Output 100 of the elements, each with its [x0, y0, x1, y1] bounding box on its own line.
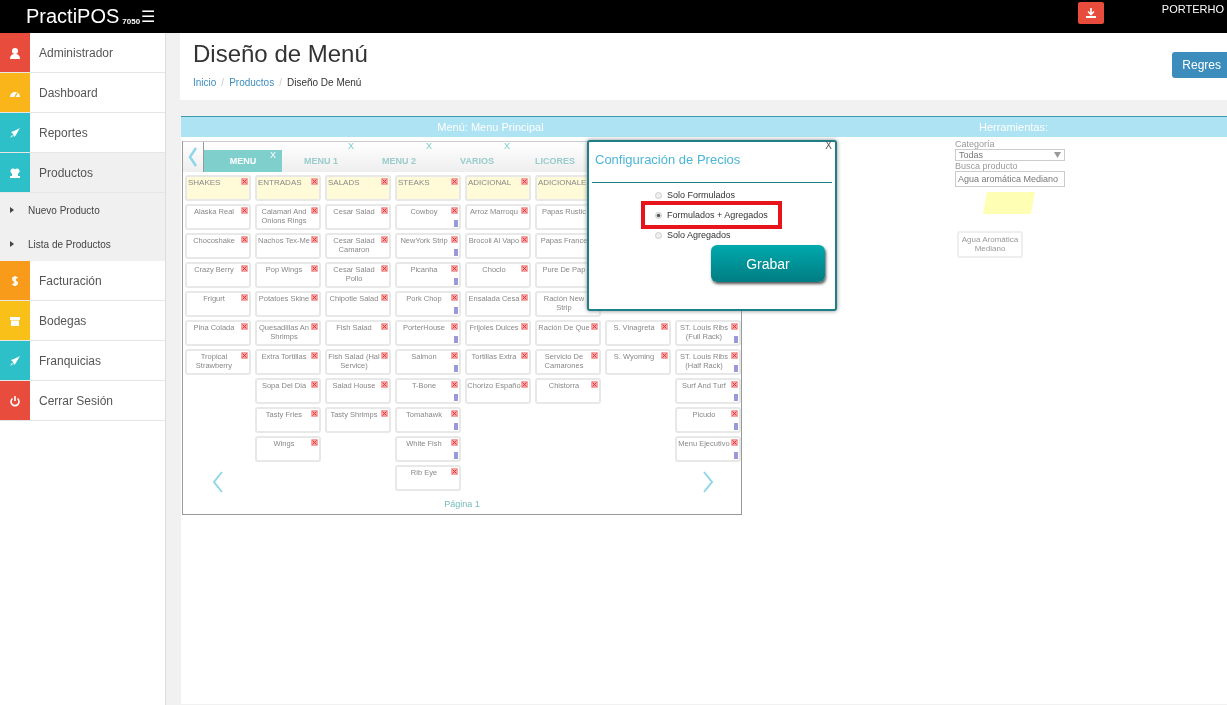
back-button[interactable]: Regres [1172, 52, 1227, 78]
product-tile[interactable]: Agua Aromática Mediano [957, 231, 1023, 258]
category-select[interactable]: Todas [955, 149, 1065, 161]
breadcrumb-link[interactable]: Productos [229, 77, 275, 88]
delete-icon[interactable] [241, 207, 248, 214]
search-field[interactable]: Agua aromática Mediano [955, 171, 1065, 187]
delete-icon[interactable] [381, 352, 388, 359]
delete-icon[interactable] [451, 207, 458, 214]
delete-icon[interactable] [731, 381, 738, 388]
delete-icon[interactable] [311, 410, 318, 417]
delete-icon[interactable] [241, 265, 248, 272]
radio-option[interactable]: Solo Formulados [649, 189, 742, 201]
delete-icon[interactable] [591, 323, 598, 330]
rocket-icon [9, 126, 21, 139]
dialog-title: Configuración de Precios [595, 152, 742, 167]
delete-icon[interactable] [451, 381, 458, 388]
sidebar-item[interactable]: Cerrar Sesión [0, 381, 165, 421]
delete-icon[interactable] [731, 439, 738, 446]
delete-icon[interactable] [311, 294, 318, 301]
sidebar-item[interactable]: Reportes [0, 113, 165, 153]
delete-icon[interactable] [381, 323, 388, 330]
delete-icon[interactable] [451, 178, 458, 185]
delete-icon[interactable] [311, 439, 318, 446]
delete-icon[interactable] [661, 323, 668, 330]
breadcrumb-link[interactable]: Inicio [193, 77, 217, 88]
delete-icon[interactable] [731, 323, 738, 330]
delete-icon[interactable] [311, 207, 318, 214]
category-cell[interactable]: ENTRADAS [255, 175, 321, 201]
delete-icon[interactable] [241, 294, 248, 301]
download-icon [1086, 8, 1096, 18]
download-button[interactable] [1078, 2, 1104, 24]
delete-icon[interactable] [451, 468, 458, 475]
delete-icon[interactable] [381, 381, 388, 388]
radio-icon[interactable] [655, 211, 662, 219]
delete-icon[interactable] [521, 294, 528, 301]
delete-icon[interactable] [591, 352, 598, 359]
delete-icon[interactable] [451, 323, 458, 330]
delete-icon[interactable] [381, 236, 388, 243]
sidebar-item[interactable]: Facturación [0, 261, 165, 301]
delete-icon[interactable] [731, 410, 738, 417]
delete-icon[interactable] [311, 352, 318, 359]
delete-icon[interactable] [311, 178, 318, 185]
sidebar-item[interactable]: Bodegas [0, 301, 165, 341]
category-cell[interactable]: STEAKS [395, 175, 461, 201]
delete-icon[interactable] [311, 381, 318, 388]
radio-option[interactable]: Formulados + Agregados [645, 205, 778, 225]
user-name[interactable]: PORTERHO [1161, 3, 1224, 15]
page-label: Página 1 [443, 498, 481, 511]
delete-icon[interactable] [521, 178, 528, 185]
submenu-item[interactable]: Nuevo Producto [0, 193, 165, 227]
delete-icon[interactable] [381, 178, 388, 185]
delete-icon[interactable] [451, 236, 458, 243]
category-cell[interactable]: SHAKES [185, 175, 251, 201]
delete-icon[interactable] [311, 265, 318, 272]
delete-icon[interactable] [451, 439, 458, 446]
delete-icon[interactable] [521, 236, 528, 243]
delete-icon[interactable] [521, 381, 528, 388]
delete-icon[interactable] [311, 236, 318, 243]
sidebar-label: Bodegas [39, 313, 87, 328]
delete-icon[interactable] [731, 352, 738, 359]
sidebar-label: Administrador [39, 45, 114, 60]
delete-icon[interactable] [381, 265, 388, 272]
menu-icon[interactable]: ☰ [141, 7, 156, 26]
delete-icon[interactable] [521, 323, 528, 330]
delete-icon[interactable] [451, 294, 458, 301]
delete-icon[interactable] [451, 265, 458, 272]
delete-icon[interactable] [451, 410, 458, 417]
dropdown-arrow-icon [1054, 152, 1061, 158]
delete-icon[interactable] [381, 410, 388, 417]
delete-icon[interactable] [241, 323, 248, 330]
delete-icon[interactable] [661, 352, 668, 359]
breadcrumb-separator: / [279, 77, 282, 88]
brand-name: PractiPOS [26, 5, 120, 28]
delete-icon[interactable] [241, 236, 248, 243]
radio-icon[interactable] [655, 191, 662, 199]
breadcrumb-separator: / [221, 77, 225, 88]
delete-icon[interactable] [521, 265, 528, 272]
sidebar-item[interactable]: Franquicias [0, 341, 165, 381]
sidebar-item[interactable]: Productos [0, 153, 165, 193]
delete-icon[interactable] [521, 352, 528, 359]
delete-icon[interactable] [241, 352, 248, 359]
delete-icon[interactable] [451, 352, 458, 359]
delete-icon[interactable] [591, 381, 598, 388]
delete-icon[interactable] [521, 207, 528, 214]
sidebar-item[interactable]: Dashboard [0, 73, 165, 113]
delete-icon[interactable] [241, 178, 248, 185]
sidebar-item[interactable]: Administrador [0, 33, 165, 73]
version-label: 7050 [122, 17, 141, 26]
category-cell[interactable]: SALADS [325, 175, 391, 201]
category-cell[interactable]: ADICIONAL [465, 175, 531, 201]
scroll-left-icon[interactable] [188, 146, 198, 168]
panel-header: Herramientas: [800, 116, 1227, 137]
delete-icon[interactable] [381, 207, 388, 214]
save-button[interactable]: Grabar [711, 245, 825, 282]
delete-icon[interactable] [381, 294, 388, 301]
submenu-item[interactable]: Lista de Productos [0, 227, 165, 261]
delete-icon[interactable] [311, 323, 318, 330]
radio-option[interactable]: Solo Agregados [649, 229, 737, 241]
radio-icon[interactable] [655, 231, 662, 239]
dollar-icon [9, 274, 21, 287]
